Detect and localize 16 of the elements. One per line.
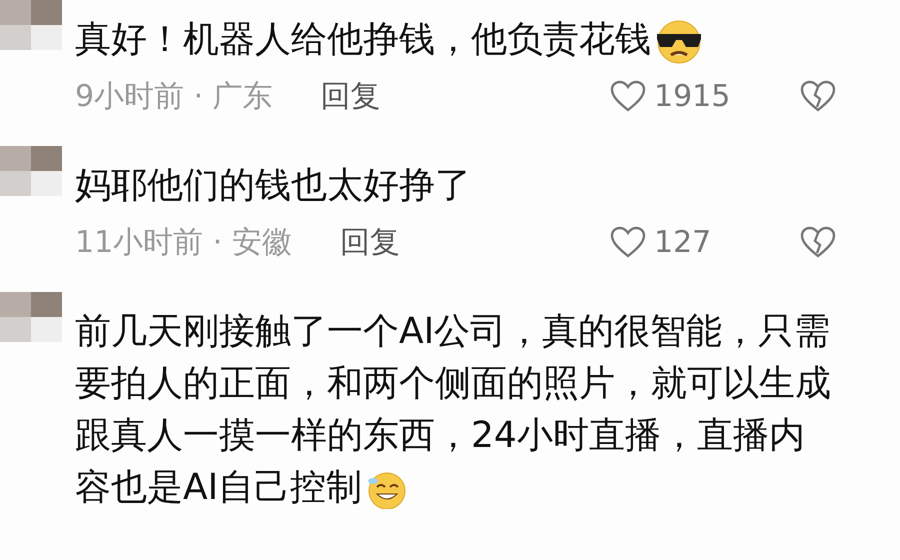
broken-heart-icon[interactable] (800, 226, 836, 258)
like-count: 127 (654, 224, 712, 260)
reply-button[interactable]: 回复 (320, 76, 381, 116)
heart-icon[interactable] (610, 80, 646, 112)
comment-text: 妈耶他们的钱也太好挣了 (75, 164, 472, 208)
comment-text: 真好！机器人给他挣钱，他负责花钱 (75, 14, 835, 66)
avatar-placeholder (0, 292, 62, 342)
comment-time-location: 11小时前 · 安徽 (75, 224, 292, 262)
like-count: 1915 (654, 78, 730, 114)
avatar-placeholder (0, 146, 62, 196)
heart-icon[interactable] (610, 226, 646, 258)
comment-text: 前几天刚接触了一个AI公司，真的很智能，只需要拍人的正面，和两个侧面的照片，就可以生成跟真人一摸一样的东西，24小时直播，直播内容也是AI自己控制 (75, 310, 832, 512)
reply-button[interactable]: 回复 (340, 222, 400, 262)
comment-time-location: 9小时前 · 广东 (75, 78, 273, 116)
broken-heart-icon[interactable] (800, 80, 836, 112)
avatar-placeholder (0, 0, 62, 50)
